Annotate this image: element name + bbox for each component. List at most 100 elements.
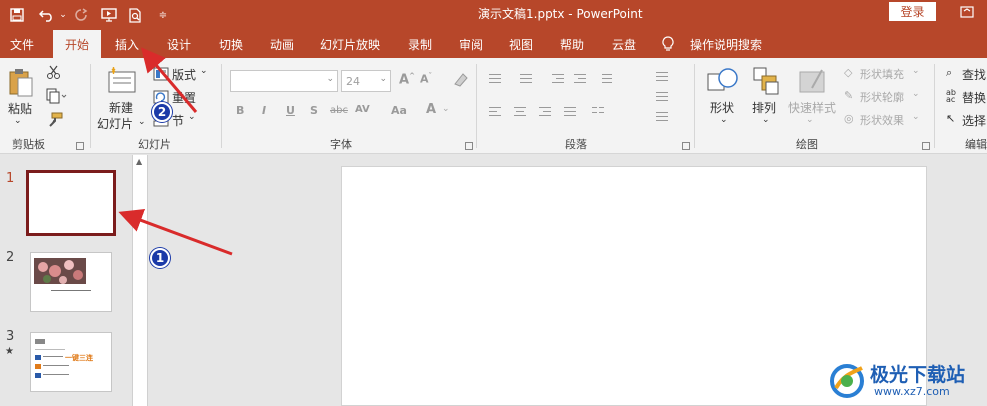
layout-label[interactable]: 版式 [172,66,196,83]
slide-thumbnail[interactable] [26,170,116,236]
cut-icon[interactable] [46,64,62,80]
paste-label[interactable]: 粘贴 [8,100,32,117]
align-left-icon[interactable] [487,106,503,118]
shapes-dropdown-icon[interactable]: ⌄ [720,115,728,125]
replace-label[interactable]: 替换 [962,89,986,106]
increase-font-icon[interactable]: A^ [399,72,415,87]
format-painter-icon[interactable] [46,112,64,128]
font-color-dropdown-icon[interactable]: ⌄ [442,104,450,114]
font-color-button[interactable]: A [426,102,436,117]
copy-icon[interactable] [46,88,68,104]
tab-transitions[interactable]: 切换 [207,30,255,58]
shape-fill-icon[interactable]: ◇ [844,66,852,79]
arrange-icon[interactable] [752,66,780,96]
tab-cloud[interactable]: 云盘 [600,30,648,58]
shape-fill-label[interactable]: 形状填充 [860,66,904,82]
new-slide-label[interactable]: 新建 [109,99,133,116]
font-size-combo[interactable]: 24 ⌄ [341,70,391,92]
quick-styles-label[interactable]: 快速样式 [788,99,836,116]
font-name-combo[interactable]: ⌄ [230,70,338,92]
align-right-icon[interactable] [537,106,553,118]
quick-styles-dropdown-icon[interactable]: ⌄ [806,115,814,125]
tab-animations[interactable]: 动画 [258,30,306,58]
bold-button[interactable]: B [236,104,244,117]
reset-icon[interactable] [153,89,169,104]
paste-dropdown-icon[interactable]: ⌄ [14,116,22,126]
layout-dropdown-icon[interactable]: ⌄ [200,66,208,76]
tab-home[interactable]: 开始 [53,30,101,58]
replace-icon[interactable]: ab ac [946,89,956,104]
quick-styles-icon[interactable] [798,66,828,96]
decrease-indent-icon[interactable] [550,72,566,84]
change-case-button[interactable]: Aa [391,104,407,117]
decrease-font-icon[interactable]: Aˇ [420,72,432,86]
numbering-icon[interactable] [518,72,534,84]
clipboard-launcher-icon[interactable] [76,142,84,150]
tab-design[interactable]: 设计 [155,30,203,58]
reset-label[interactable]: 重置 [172,89,196,106]
shape-outline-icon[interactable]: ✎ [844,89,853,102]
find-icon[interactable]: ⌕ [946,66,952,80]
font-launcher-icon[interactable] [465,142,473,150]
select-icon[interactable]: ↖ [946,112,955,125]
start-slideshow-icon[interactable] [98,4,120,26]
align-center-icon[interactable] [512,106,528,118]
tab-record[interactable]: 录制 [396,30,444,58]
undo-icon[interactable] [36,4,58,26]
increase-indent-icon[interactable] [572,72,588,84]
drawing-launcher-icon[interactable] [922,142,930,150]
tell-me-search[interactable]: 操作说明搜索 [684,30,768,58]
section-label[interactable]: 节 [172,112,184,129]
paste-icon[interactable] [8,68,34,98]
line-spacing-icon[interactable] [596,72,612,84]
shape-effects-dropdown-icon[interactable]: ⌄ [912,112,920,122]
undo-dropdown-icon[interactable]: ⌄ [58,4,68,26]
save-icon[interactable] [6,4,28,26]
tab-help[interactable]: 帮助 [548,30,596,58]
tab-review[interactable]: 审阅 [447,30,495,58]
text-direction-icon[interactable] [654,70,670,82]
smartart-icon[interactable] [654,110,670,122]
tab-slideshow[interactable]: 幻灯片放映 [314,30,386,58]
slide-thumbnail[interactable] [30,252,112,312]
character-spacing-button[interactable]: AV [355,104,370,115]
paragraph-launcher-icon[interactable] [682,142,690,150]
tab-insert[interactable]: 插入 [103,30,151,58]
shape-outline-dropdown-icon[interactable]: ⌄ [912,89,920,99]
print-preview-icon[interactable] [124,4,146,26]
scroll-up-icon[interactable]: ▲ [136,157,142,166]
shape-effects-label[interactable]: 形状效果 [860,112,904,128]
section-dropdown-icon[interactable]: ⌄ [188,112,196,122]
shapes-label[interactable]: 形状 [710,99,734,116]
columns-icon[interactable] [590,106,606,118]
shapes-icon[interactable] [706,66,740,96]
slide-thumbnail[interactable]: 一键三连 [30,332,112,392]
ribbon-display-options-icon[interactable] [955,2,979,22]
find-label[interactable]: 查找 [962,66,986,83]
arrange-label[interactable]: 排列 [752,99,776,116]
thumbnail-scrollbar[interactable]: ▲ [132,155,148,406]
shape-effects-icon[interactable]: ◎ [844,112,854,125]
bullets-icon[interactable] [487,72,503,84]
customize-qat-icon[interactable]: ≑ [152,4,174,26]
clear-formatting-icon[interactable] [450,70,470,88]
tab-file[interactable]: 文件 [0,30,44,58]
new-slide-label-2[interactable]: 幻灯片 [97,115,133,132]
shadow-button[interactable]: S [310,104,318,117]
layout-icon[interactable] [153,66,169,81]
login-button[interactable]: 登录 [889,2,936,21]
new-slide-icon[interactable] [106,66,138,96]
new-slide-dropdown-icon[interactable]: ⌄ [138,117,146,127]
underline-button[interactable]: U [286,104,295,117]
watermark-url: www.xz7.com [874,385,950,398]
shape-fill-dropdown-icon[interactable]: ⌄ [912,66,920,76]
shape-outline-label[interactable]: 形状轮廓 [860,89,904,105]
justify-icon[interactable] [562,106,578,118]
align-text-icon[interactable] [654,90,670,102]
select-label[interactable]: 选择 [962,112,986,129]
redo-icon[interactable] [70,4,92,26]
strikethrough-button[interactable]: abc [330,105,348,116]
italic-button[interactable]: I [262,104,266,117]
tab-view[interactable]: 视图 [497,30,545,58]
arrange-dropdown-icon[interactable]: ⌄ [762,115,770,125]
